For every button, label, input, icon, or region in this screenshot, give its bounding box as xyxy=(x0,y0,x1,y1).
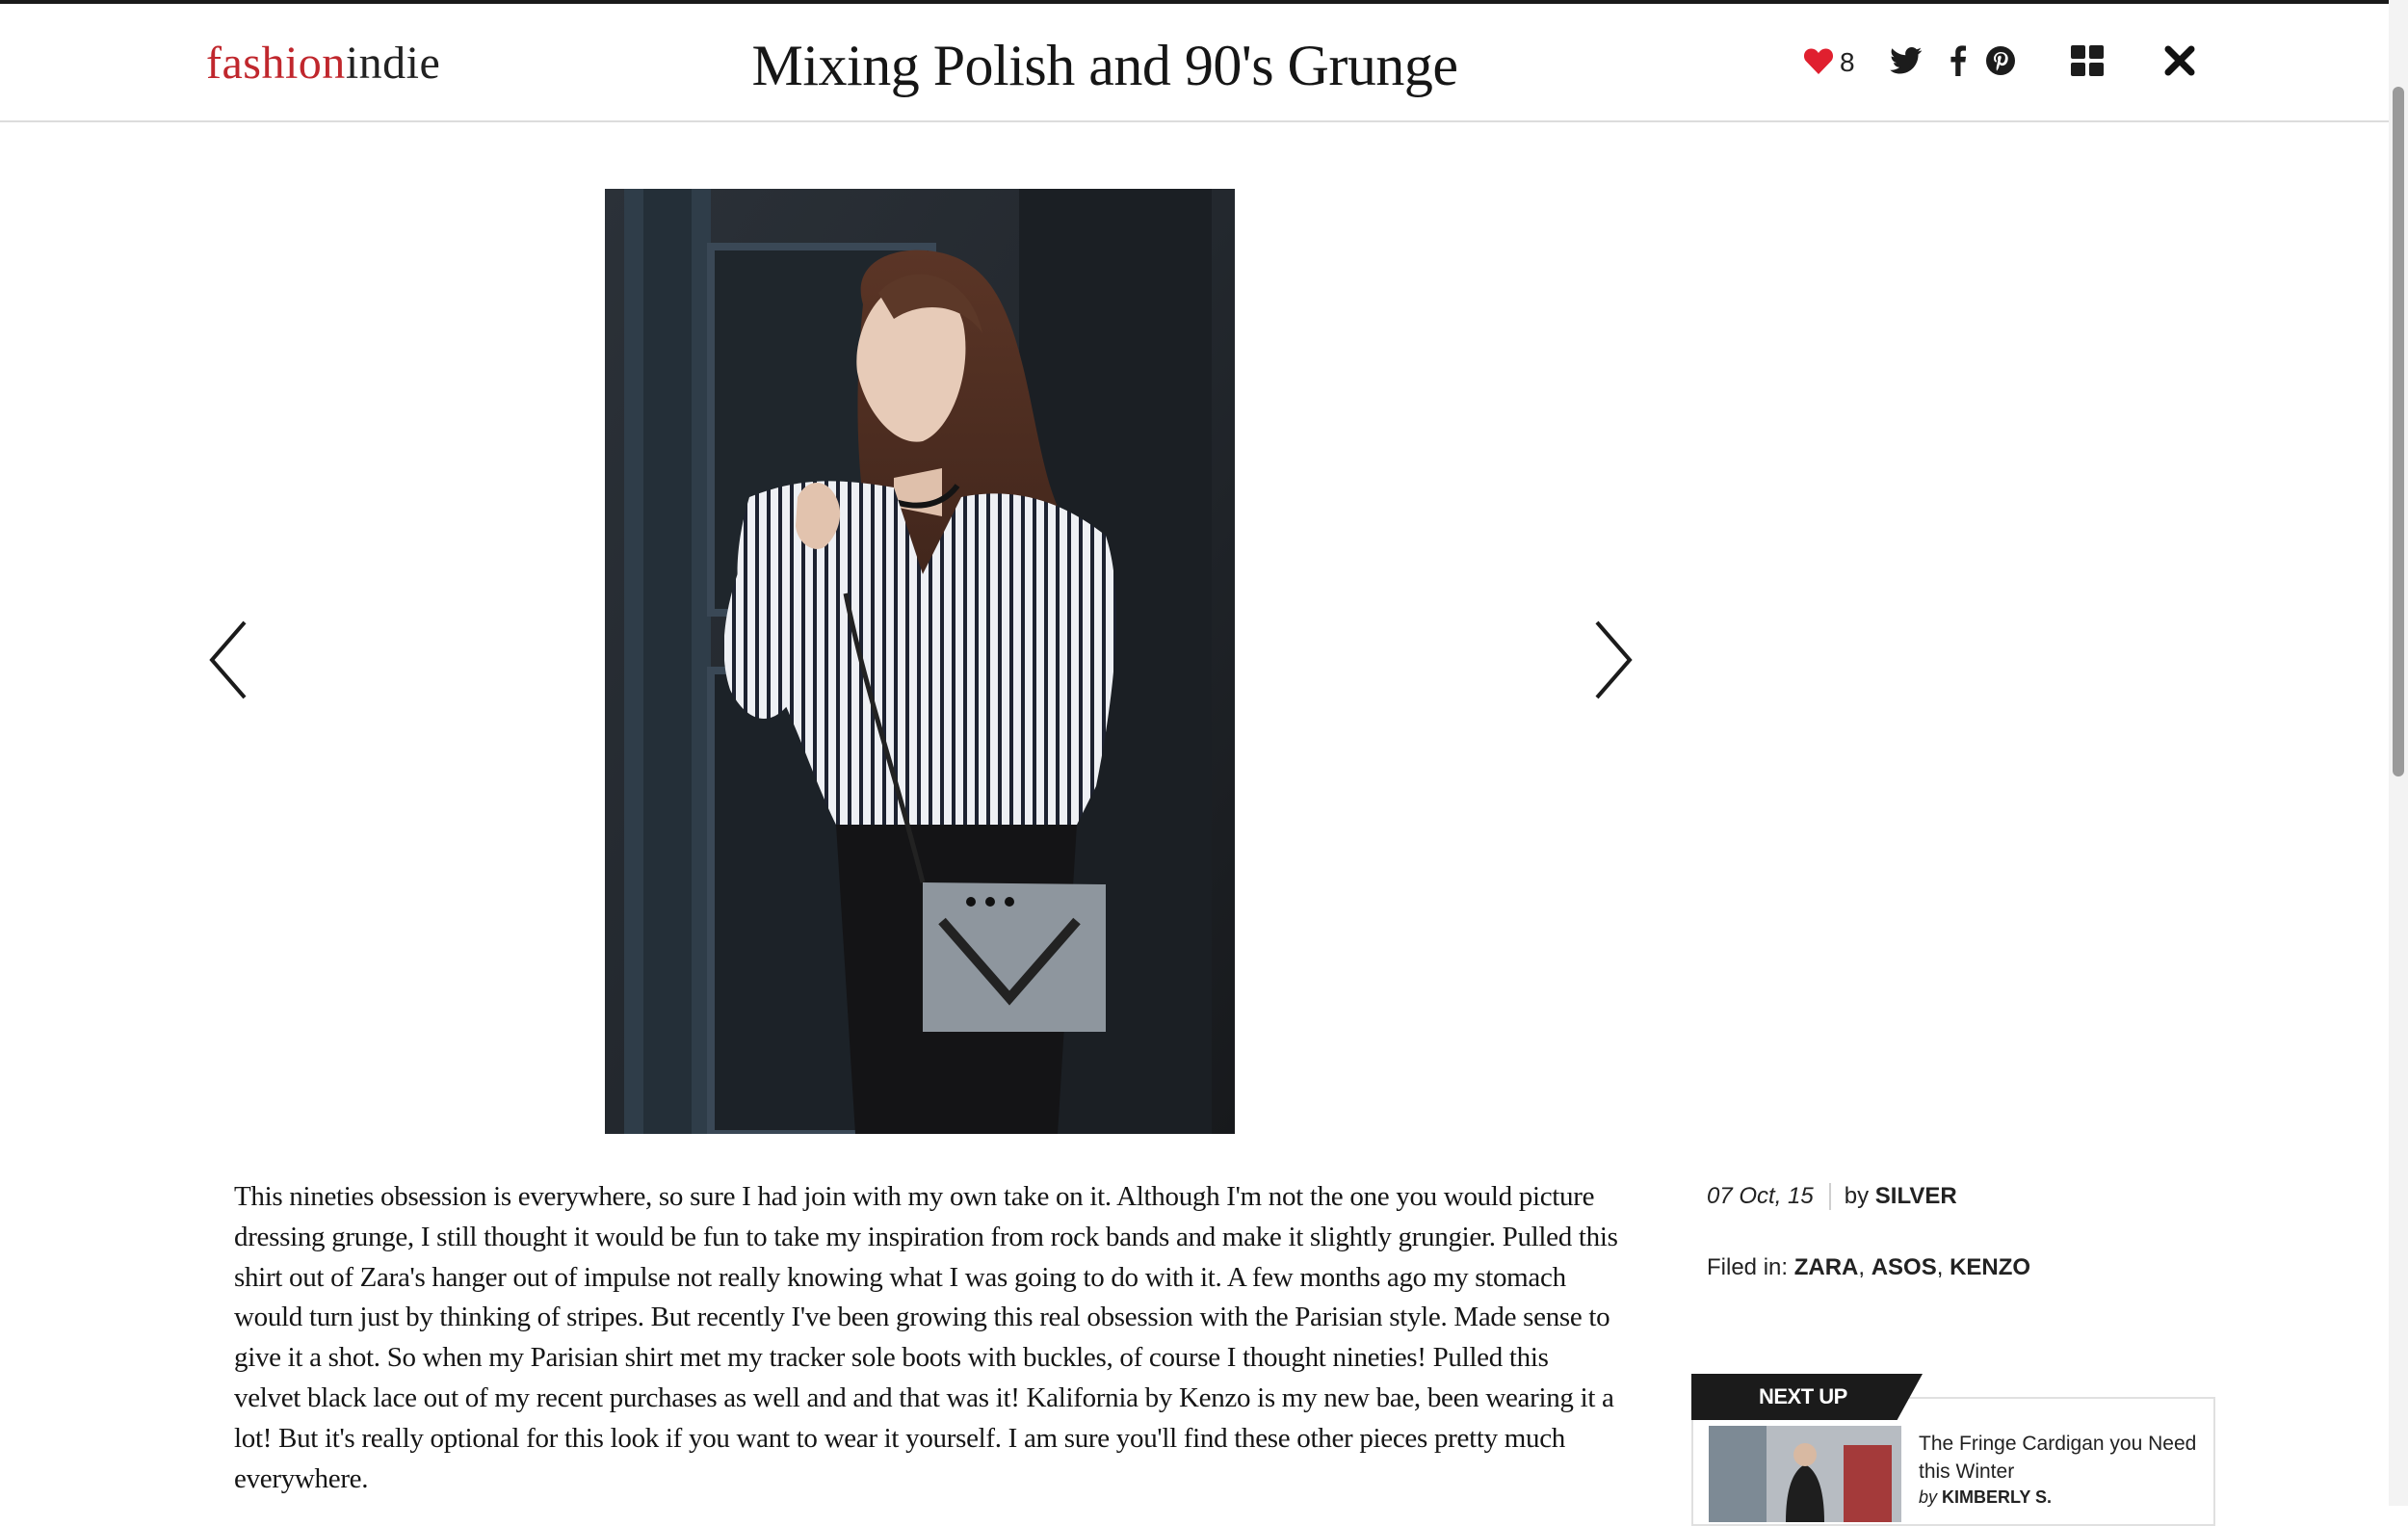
by-label: by xyxy=(1844,1183,1870,1209)
next-up-by-label: by xyxy=(1919,1487,1938,1507)
article-body: This nineties obsession is everywhere, s… xyxy=(234,1181,1618,1494)
post-date: 07 Oct, 15 xyxy=(1707,1183,1831,1210)
likes-count: 8 xyxy=(1840,47,1855,77)
next-up-thumbnail[interactable] xyxy=(1709,1426,1901,1522)
page-title: Mixing Polish and 90's Grunge xyxy=(751,34,1458,97)
like-button[interactable]: 8 xyxy=(1803,40,1855,85)
site-logo[interactable]: fashionindie xyxy=(206,37,440,90)
chevron-right-icon xyxy=(1584,620,1641,707)
pinterest-icon xyxy=(1985,45,2016,80)
filed-in-label: Filed in: xyxy=(1707,1254,1789,1280)
next-image-button[interactable] xyxy=(1584,617,1641,703)
author-link[interactable]: SILVER xyxy=(1875,1183,1957,1209)
gallery-grid-button[interactable] xyxy=(2069,40,2106,85)
tag-link[interactable]: KENZO xyxy=(1950,1254,2030,1280)
post-byline: by SILVER xyxy=(1831,1183,1957,1210)
logo-part-indie: indie xyxy=(345,38,441,89)
share-twitter-button[interactable] xyxy=(1888,40,1924,85)
close-button[interactable] xyxy=(2161,40,2198,85)
post-meta: 07 Oct, 15 by SILVER xyxy=(1707,1183,1957,1210)
share-pinterest-button[interactable] xyxy=(1982,40,2019,85)
next-up-title[interactable]: The Fringe Cardigan you Need this Winter xyxy=(1919,1430,2208,1486)
previous-image-button[interactable] xyxy=(200,617,258,703)
hero-photo xyxy=(605,189,1235,1134)
tag-link[interactable]: ZARA xyxy=(1794,1254,1859,1280)
grid-icon xyxy=(2071,45,2104,80)
next-up-card[interactable]: NEXT UP The Fringe Cardigan you Need thi… xyxy=(1691,1374,2215,1526)
next-up-byline: by KIMBERLY S. xyxy=(1919,1487,2052,1508)
heart-icon xyxy=(1803,46,1834,79)
hero-image xyxy=(605,189,1235,1134)
facebook-icon xyxy=(1950,45,1967,80)
next-up-label: NEXT UP xyxy=(1691,1374,1923,1420)
next-up-author[interactable]: KIMBERLY S. xyxy=(1942,1487,2052,1507)
tag-link[interactable]: ASOS xyxy=(1871,1254,1937,1280)
close-icon xyxy=(2164,45,2195,80)
logo-part-fashion: fashion xyxy=(206,38,346,89)
share-facebook-button[interactable] xyxy=(1946,40,1971,85)
filed-in: Filed in: ZARA, ASOS, KENZO xyxy=(1707,1254,2031,1280)
scrollbar-thumb[interactable] xyxy=(2393,87,2404,776)
chevron-left-icon xyxy=(200,620,258,707)
site-header: fashionindie Mixing Polish and 90's Grun… xyxy=(0,4,2389,122)
twitter-icon xyxy=(1890,47,1923,78)
